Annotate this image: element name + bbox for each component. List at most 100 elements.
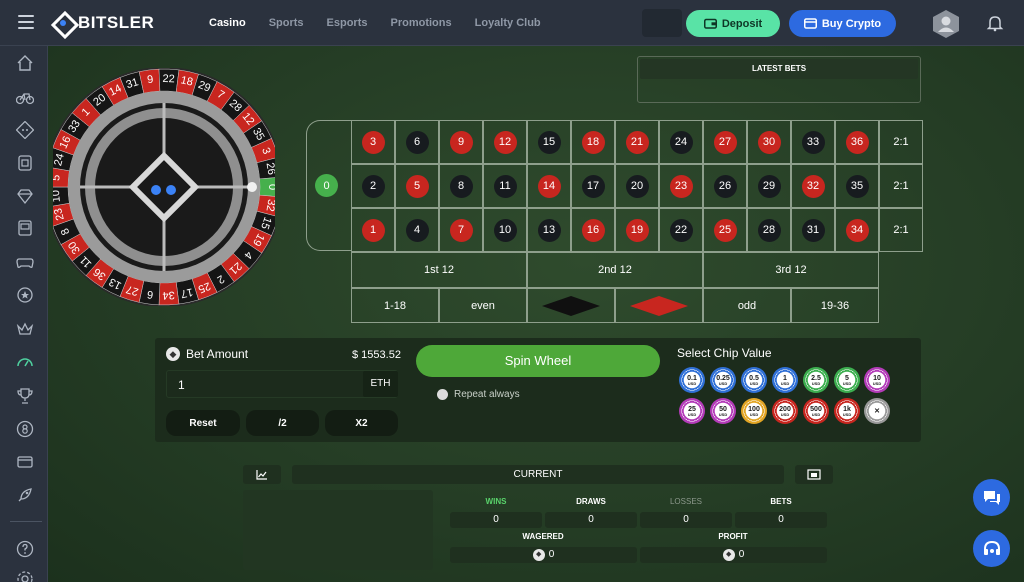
brand-logo[interactable]: BITSLER [52,11,154,35]
bet-number-17[interactable]: 17 [571,164,615,208]
trophy-icon[interactable] [16,387,34,405]
user-avatar-icon[interactable] [931,9,961,39]
bet-number-12[interactable]: 12 [483,120,527,164]
spin-wheel-button[interactable]: Spin Wheel [416,345,660,377]
dice-icon[interactable] [16,154,34,172]
chip-500[interactable]: 500 USD [803,398,829,424]
chip-10[interactable]: 10 USD [864,367,890,393]
bet-number-3[interactable]: 3 [351,120,395,164]
bet-number-4[interactable]: 4 [395,208,439,252]
bet-number-10[interactable]: 10 [483,208,527,252]
bet-dozen-2[interactable]: 2nd 12 [527,252,703,288]
bet-number-29[interactable]: 29 [747,164,791,208]
half-button[interactable]: /2 [246,410,319,436]
bet-number-28[interactable]: 28 [747,208,791,252]
help-icon[interactable] [16,540,34,558]
home-icon[interactable] [16,54,34,72]
chip-1[interactable]: 1 USD [772,367,798,393]
bet-number-24[interactable]: 24 [659,120,703,164]
bet-number-35[interactable]: 35 [835,164,879,208]
bet-number-14[interactable]: 14 [527,164,571,208]
diamond-dots-icon[interactable] [15,120,35,140]
bet-number-36[interactable]: 36 [835,120,879,164]
bet-dozen-3[interactable]: 3rd 12 [703,252,879,288]
bet-number-7[interactable]: 7 [439,208,483,252]
double-button[interactable]: X2 [325,410,398,436]
bet-number-27[interactable]: 27 [703,120,747,164]
bet-column-2[interactable]: 2:1 [879,164,923,208]
bet-number-20[interactable]: 20 [615,164,659,208]
star-badge-icon[interactable] [16,286,34,304]
bet-number-15[interactable]: 15 [527,120,571,164]
nav-esports[interactable]: Esports [327,17,368,29]
chip-clear[interactable]: ✕ [864,398,890,424]
bell-icon[interactable] [986,14,1004,32]
rocket-icon[interactable] [16,486,34,504]
chip-0.5[interactable]: 0.5 USD [741,367,767,393]
bet-number-9[interactable]: 9 [439,120,483,164]
repeat-always-toggle[interactable]: Repeat always [437,389,520,400]
balance-slot[interactable] [642,9,682,37]
bet-number-32[interactable]: 32 [791,164,835,208]
popout-toggle[interactable] [795,465,833,484]
bet-number-30[interactable]: 30 [747,120,791,164]
bet-number-6[interactable]: 6 [395,120,439,164]
ball-eight-icon[interactable] [16,420,34,438]
chart-toggle[interactable] [243,465,281,484]
bet-column-1[interactable]: 2:1 [879,120,923,164]
bet-dozen-1[interactable]: 1st 12 [351,252,527,288]
reset-button[interactable]: Reset [166,410,240,436]
bet-number-11[interactable]: 11 [483,164,527,208]
chat-button[interactable] [973,479,1010,516]
repeat-radio[interactable] [437,389,448,400]
bet-number-31[interactable]: 31 [791,208,835,252]
bet-red[interactable] [615,288,703,323]
bet-number-18[interactable]: 18 [571,120,615,164]
bet-zero[interactable]: 0 [306,120,351,251]
menu-icon[interactable] [18,15,34,29]
bet-number-25[interactable]: 25 [703,208,747,252]
gem-icon[interactable] [16,187,34,205]
settings-icon[interactable] [16,570,34,582]
bet-number-26[interactable]: 26 [703,164,747,208]
current-stats-tab[interactable]: CURRENT [292,465,784,484]
bet-number-16[interactable]: 16 [571,208,615,252]
chip-2.5[interactable]: 2.5 USD [803,367,829,393]
currency-select[interactable]: ETH [363,371,398,397]
bet-odd[interactable]: odd [703,288,791,323]
nav-promotions[interactable]: Promotions [391,17,452,29]
card-icon[interactable] [16,453,34,471]
nav-sports[interactable]: Sports [269,17,304,29]
gamepad-icon[interactable] [16,253,34,271]
bet-number-22[interactable]: 22 [659,208,703,252]
bike-icon[interactable] [15,88,35,106]
gauge-icon[interactable] [16,353,34,371]
nav-casino[interactable]: Casino [209,17,246,29]
bet-black[interactable] [527,288,615,323]
chip-0.1[interactable]: 0.1 USD [679,367,705,393]
chip-200[interactable]: 200 USD [772,398,798,424]
nav-loyalty-club[interactable]: Loyalty Club [475,17,541,29]
bet-number-2[interactable]: 2 [351,164,395,208]
bet-even[interactable]: even [439,288,527,323]
chip-100[interactable]: 100 USD [741,398,767,424]
bet-1-18[interactable]: 1-18 [351,288,439,323]
bet-number-5[interactable]: 5 [395,164,439,208]
bet-number-19[interactable]: 19 [615,208,659,252]
bet-number-1[interactable]: 1 [351,208,395,252]
crown-icon[interactable] [16,320,34,338]
bet-number-33[interactable]: 33 [791,120,835,164]
bet-number-23[interactable]: 23 [659,164,703,208]
chip-1k[interactable]: 1k USD [834,398,860,424]
bet-number-13[interactable]: 13 [527,208,571,252]
buy-crypto-button[interactable]: Buy Crypto [789,10,896,37]
bet-number-34[interactable]: 34 [835,208,879,252]
chip-5[interactable]: 5 USD [834,367,860,393]
bet-column-3[interactable]: 2:1 [879,208,923,252]
bet-19-36[interactable]: 19-36 [791,288,879,323]
support-button[interactable] [973,530,1010,567]
bet-number-8[interactable]: 8 [439,164,483,208]
deposit-button[interactable]: Deposit [686,10,780,37]
slot-machine-icon[interactable] [16,219,34,237]
chip-0.25[interactable]: 0.25 USD [710,367,736,393]
